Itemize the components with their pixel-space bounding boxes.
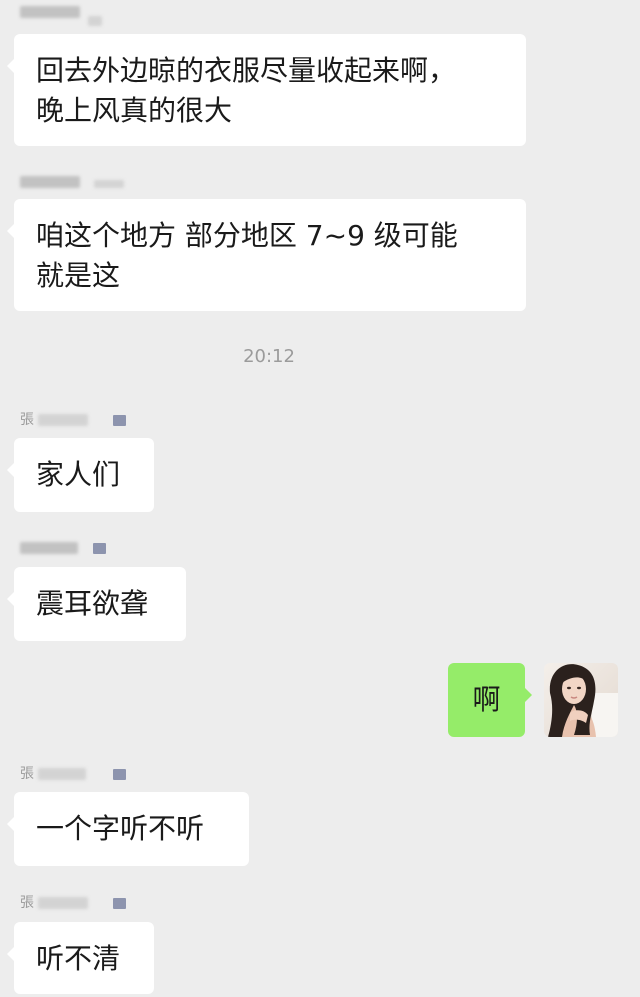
- message-bubble-outgoing[interactable]: 啊: [448, 663, 532, 737]
- sender-name-char: 張: [20, 766, 34, 782]
- tag-blur: [94, 180, 124, 188]
- name-blur: [38, 897, 88, 909]
- message-bubble-incoming[interactable]: 家人们: [7, 438, 154, 512]
- member-tag-icon: [113, 415, 126, 426]
- avatar-image: [544, 663, 618, 737]
- sender-name-redacted: [20, 4, 110, 26]
- member-tag-icon: [93, 543, 106, 554]
- message-bubble-incoming[interactable]: 听不清: [7, 922, 154, 994]
- message-bubble-incoming[interactable]: 咱这个地方 部分地区 7~9 级可能 就是这: [7, 199, 526, 311]
- sender-name-char: 張: [20, 895, 34, 911]
- sender-name-redacted: 張: [20, 766, 126, 782]
- avatar[interactable]: [544, 663, 618, 737]
- chat-timestamp: 20:12: [243, 346, 295, 367]
- message-bubble-incoming[interactable]: 回去外边晾的衣服尽量收起来啊， 晚上风真的很大: [7, 34, 526, 146]
- member-tag-icon: [113, 769, 126, 780]
- name-blur: [20, 176, 80, 188]
- sender-name-redacted: 張: [20, 895, 126, 911]
- sender-name-redacted: 張: [20, 412, 126, 428]
- sender-name-redacted: [20, 174, 124, 190]
- name-blur: [38, 414, 88, 426]
- name-blur: [20, 542, 78, 554]
- sender-name-char: 張: [20, 412, 34, 428]
- sender-name-redacted: [20, 540, 120, 556]
- message-bubble-incoming[interactable]: 一个字听不听: [7, 792, 249, 866]
- member-tag-icon: [113, 898, 126, 909]
- message-bubble-incoming[interactable]: 震耳欲聋: [7, 567, 186, 641]
- chat-conversation[interactable]: 回去外边晾的衣服尽量收起来啊， 晚上风真的很大 咱这个地方 部分地区 7~9 级…: [0, 0, 640, 997]
- name-blur: [20, 6, 80, 18]
- name-blur: [38, 768, 86, 780]
- tag-blur: [88, 16, 102, 26]
